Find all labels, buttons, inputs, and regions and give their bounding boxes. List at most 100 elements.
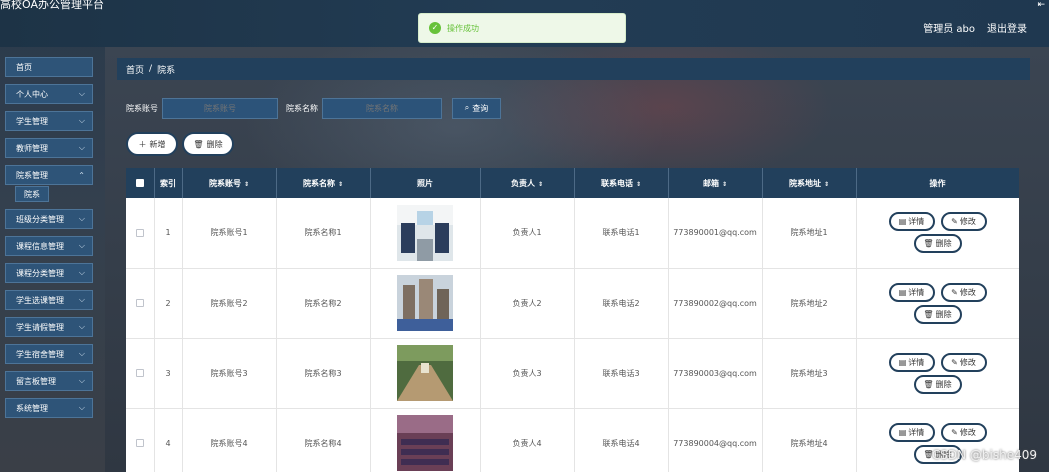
column-header-address[interactable]: 院系地址 ⇕ [762, 168, 857, 198]
edit-label: 修改 [959, 217, 976, 227]
user-area: 管理员 abo 退出登录 [923, 20, 1027, 35]
delete-label: 删除 [935, 379, 952, 389]
detail-button[interactable]: ▤ 详情 [888, 352, 935, 372]
dept-name-input[interactable] [322, 97, 442, 119]
sidebar-item-label: 系统管理 [16, 403, 48, 413]
sidebar-item-course-selection[interactable]: 学生选课管理 ⌵ [5, 290, 93, 310]
cell-actions: ▤ 详情 ✎ 修改 🗑 删除 [856, 338, 1019, 409]
search-icon: ⌕ [464, 103, 470, 112]
sidebar-item-departments[interactable]: 院系管理 ⌃ [5, 165, 93, 185]
sidebar-item-label: 学生请假管理 [16, 322, 64, 332]
column-header-phone[interactable]: 联系电话 ⇕ [574, 168, 669, 198]
sidebar-item-label: 学生选课管理 [16, 295, 64, 305]
column-header-label: 院系名称 [302, 178, 335, 188]
detail-label: 详情 [908, 287, 925, 297]
campus-building-photo[interactable] [397, 275, 453, 331]
sidebar-item-label: 学生宿舍管理 [16, 349, 64, 359]
sidebar-item-classes[interactable]: 班级分类管理 ⌵ [5, 209, 93, 229]
sidebar-item-course-categories[interactable]: 课程分类管理 ⌵ [5, 263, 93, 283]
detail-label: 详情 [908, 427, 925, 437]
batch-delete-button[interactable]: 🗑 删除 [182, 132, 234, 156]
select-all-checkbox[interactable] [126, 168, 155, 198]
query-button[interactable]: ⌕ 查询 [452, 97, 501, 119]
plus-icon: ＋ [138, 139, 147, 149]
action-bar: ＋ 新增 🗑 删除 [126, 132, 234, 156]
checkbox-icon [135, 439, 144, 447]
chevron-down-icon: ⌵ [78, 116, 85, 125]
logout-button[interactable]: 退出登录 [987, 20, 1027, 35]
cell-email: 773890001@qq.com [668, 198, 763, 269]
cell-actions: ▤ 详情 ✎ 修改 🗑 删除 [856, 198, 1019, 269]
detail-button[interactable]: ▤ 详情 [888, 212, 935, 232]
checkbox-icon [135, 369, 144, 377]
cell-leader: 负责人4 [480, 408, 575, 472]
toast-message: 操作成功 [447, 23, 479, 33]
pencil-icon: ✎ [951, 217, 958, 227]
dept-no-input[interactable] [162, 97, 278, 119]
column-header-dept-no[interactable]: 院系账号 ⇕ [182, 168, 277, 198]
sidebar-item-leave[interactable]: 学生请假管理 ⌵ [5, 317, 93, 337]
delete-button[interactable]: 🗑 删除 [913, 374, 962, 394]
sidebar-subitem-department[interactable]: 院系 [15, 186, 49, 202]
check-circle-icon: ✓ [429, 22, 441, 34]
row-checkbox[interactable] [126, 338, 155, 409]
edit-button[interactable]: ✎ 修改 [940, 352, 987, 372]
lecture-hall-photo[interactable] [397, 415, 453, 471]
cell-email: 773890002@qq.com [668, 268, 763, 339]
chevron-down-icon: ⌵ [78, 89, 85, 98]
edit-button[interactable]: ✎ 修改 [940, 212, 987, 232]
row-checkbox[interactable] [126, 408, 155, 472]
delete-button[interactable]: 🗑 删除 [913, 304, 962, 324]
cell-photo [370, 198, 481, 269]
sidebar-item-label: 学生管理 [16, 116, 48, 126]
edit-button[interactable]: ✎ 修改 [940, 282, 987, 302]
add-button[interactable]: ＋ 新增 [126, 132, 178, 156]
chevron-down-icon: ⌵ [78, 403, 85, 412]
delete-label: 删除 [935, 309, 952, 319]
cell-dept-name: 院系名称4 [276, 408, 371, 472]
dorm-room-photo[interactable] [397, 204, 453, 261]
cell-dept-no: 院系账号4 [182, 408, 277, 472]
delete-label: 删除 [206, 139, 223, 149]
column-header-dept-name[interactable]: 院系名称 ⇕ [276, 168, 371, 198]
breadcrumb-current: 院系 [157, 65, 176, 76]
add-label: 新增 [149, 139, 166, 149]
pencil-icon: ✎ [951, 427, 958, 437]
row-checkbox[interactable] [126, 268, 155, 339]
sidebar-item-courses[interactable]: 课程信息管理 ⌵ [5, 236, 93, 256]
sidebar-item-dormitory[interactable]: 学生宿舍管理 ⌵ [5, 344, 93, 364]
search-form: 院系账号 院系名称 ⌕ 查询 [126, 97, 501, 119]
detail-button[interactable]: ▤ 详情 [888, 422, 935, 442]
sidebar-item-label: 班级分类管理 [16, 214, 64, 224]
delete-button[interactable]: 🗑 删除 [913, 234, 962, 254]
breadcrumb-home[interactable]: 首页 [126, 63, 144, 76]
cell-leader: 负责人2 [480, 268, 575, 339]
dept-no-label: 院系账号 [126, 103, 158, 113]
cell-phone: 联系电话3 [574, 338, 669, 409]
pencil-icon: ✎ [951, 357, 958, 367]
detail-button[interactable]: ▤ 详情 [888, 282, 935, 302]
column-header-photo: 照片 [370, 168, 481, 198]
corridor-photo[interactable] [397, 345, 453, 401]
document-icon: ▤ [898, 427, 907, 437]
sidebar-item-students[interactable]: 学生管理 ⌵ [5, 111, 93, 131]
column-header-leader[interactable]: 负责人 ⇕ [480, 168, 575, 198]
cell-dept-name: 院系名称1 [276, 198, 371, 269]
sidebar-item-messages[interactable]: 留言板管理 ⌵ [5, 371, 93, 391]
row-checkbox[interactable] [126, 198, 155, 269]
dept-name-label: 院系名称 [286, 103, 318, 113]
trash-icon: 🗑 [923, 239, 934, 249]
sidebar-item-home[interactable]: 首页 [5, 57, 93, 77]
cell-leader: 负责人1 [480, 198, 575, 269]
column-header-label: 邮箱 [702, 178, 719, 188]
sidebar-item-profile[interactable]: 个人中心 ⌵ [5, 84, 93, 104]
chevron-down-icon: ⌵ [78, 322, 85, 331]
edit-button[interactable]: ✎ 修改 [940, 422, 987, 442]
sidebar-item-teachers[interactable]: 教师管理 ⌵ [5, 138, 93, 158]
cell-actions: ▤ 详情 ✎ 修改 🗑 删除 [856, 268, 1019, 339]
sort-icon: ⇕ [243, 180, 250, 188]
collapse-icon[interactable]: ⇤ [1037, 0, 1045, 10]
cell-dept-no: 院系账号1 [182, 198, 277, 269]
column-header-email[interactable]: 邮箱 ⇕ [668, 168, 763, 198]
sidebar-item-system[interactable]: 系统管理 ⌵ [5, 398, 93, 418]
